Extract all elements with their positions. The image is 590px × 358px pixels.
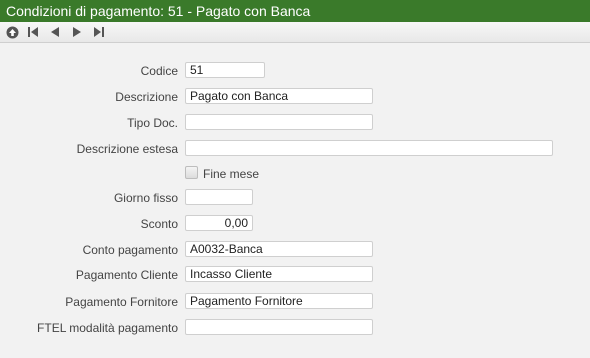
ftel-modalita-field[interactable] xyxy=(185,319,373,335)
row-ftel-modalita: FTEL modalità pagamento xyxy=(0,319,590,337)
sconto-field[interactable]: 0,00 xyxy=(185,215,253,231)
pagamento-fornitore-label: Pagamento Fornitore xyxy=(65,295,178,309)
pagamento-cliente-label: Pagamento Cliente xyxy=(75,268,178,282)
codice-field[interactable]: 51 xyxy=(185,62,265,78)
sconto-label: Sconto xyxy=(140,217,178,231)
fine-mese-checkbox[interactable] xyxy=(185,166,198,179)
form-panel: Codice 51 Descrizione Pagato con Banca T… xyxy=(0,43,590,358)
pagamento-cliente-field[interactable]: Incasso Cliente xyxy=(185,266,373,282)
descrizione-estesa-label: Descrizione estesa xyxy=(76,142,178,156)
tipo-doc-label: Tipo Doc. xyxy=(127,116,178,130)
conto-pagamento-field[interactable]: A0032-Banca xyxy=(185,241,373,257)
window-title: Condizioni di pagamento: 51 - Pagato con… xyxy=(6,3,311,19)
fine-mese-label: Fine mese xyxy=(203,167,260,181)
last-record-icon[interactable] xyxy=(92,25,106,39)
row-descrizione-estesa: Descrizione estesa xyxy=(0,140,590,158)
codice-label: Codice xyxy=(140,64,178,78)
row-codice: Codice 51 xyxy=(0,62,590,80)
giorno-fisso-label: Giorno fisso xyxy=(113,191,178,205)
up-icon[interactable] xyxy=(5,25,19,39)
row-pagamento-cliente: Pagamento Cliente Incasso Cliente xyxy=(0,266,590,284)
conto-pagamento-label: Conto pagamento xyxy=(82,243,178,257)
pagamento-fornitore-field[interactable]: Pagamento Fornitore xyxy=(185,293,373,309)
record-toolbar xyxy=(0,22,590,43)
row-fine-mese: Fine mese xyxy=(0,165,590,183)
descrizione-label: Descrizione xyxy=(115,90,178,104)
descrizione-estesa-field[interactable] xyxy=(185,140,553,156)
row-pagamento-fornitore: Pagamento Fornitore Pagamento Fornitore xyxy=(0,293,590,311)
giorno-fisso-field[interactable] xyxy=(185,189,253,205)
ftel-modalita-label: FTEL modalità pagamento xyxy=(37,321,178,335)
row-giorno-fisso: Giorno fisso xyxy=(0,189,590,207)
next-record-icon[interactable] xyxy=(70,25,84,39)
descrizione-field[interactable]: Pagato con Banca xyxy=(185,88,373,104)
row-sconto: Sconto 0,00 xyxy=(0,215,590,233)
first-record-icon[interactable] xyxy=(26,25,40,39)
row-descrizione: Descrizione Pagato con Banca xyxy=(0,88,590,106)
tipo-doc-field[interactable] xyxy=(185,114,373,130)
previous-record-icon[interactable] xyxy=(48,25,62,39)
row-conto-pagamento: Conto pagamento A0032-Banca xyxy=(0,241,590,259)
row-tipo-doc: Tipo Doc. xyxy=(0,114,590,132)
title-bar: Condizioni di pagamento: 51 - Pagato con… xyxy=(0,0,590,23)
